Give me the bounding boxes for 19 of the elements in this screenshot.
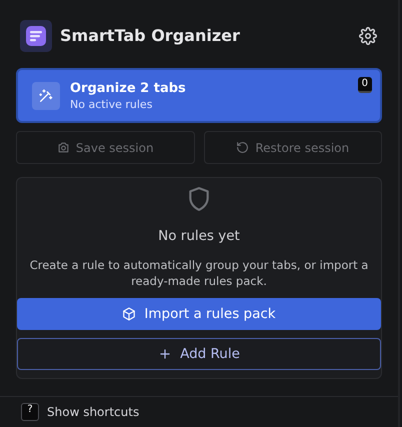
- rotate-icon: [236, 141, 250, 154]
- organize-button[interactable]: Organize 2 tabs No active rules 0: [16, 68, 382, 124]
- add-rule-button[interactable]: Add Rule: [17, 338, 381, 370]
- help-key[interactable]: ?: [21, 402, 39, 421]
- empty-state-text: Create a rule to automatically group your tabs, or import a ready-made rules pack.: [28, 257, 370, 290]
- settings-button[interactable]: [358, 26, 378, 46]
- magic-wand-icon: [32, 82, 60, 110]
- import-rules-pack-button[interactable]: Import a rules pack: [17, 298, 381, 330]
- app-title: SmartTab Organizer: [60, 26, 241, 46]
- plus-icon: [158, 347, 172, 362]
- app-logo-icon: [20, 20, 52, 52]
- show-shortcuts-link[interactable]: Show shortcuts: [47, 404, 140, 419]
- camera-icon: [56, 141, 70, 154]
- organize-title: Organize 2 tabs: [70, 80, 186, 96]
- organize-subtitle: No active rules: [70, 98, 154, 111]
- settings-icon: [359, 26, 377, 45]
- shortcut-key: 0: [358, 76, 372, 93]
- package-icon: [122, 307, 136, 322]
- empty-state-title: No rules yet: [158, 228, 240, 244]
